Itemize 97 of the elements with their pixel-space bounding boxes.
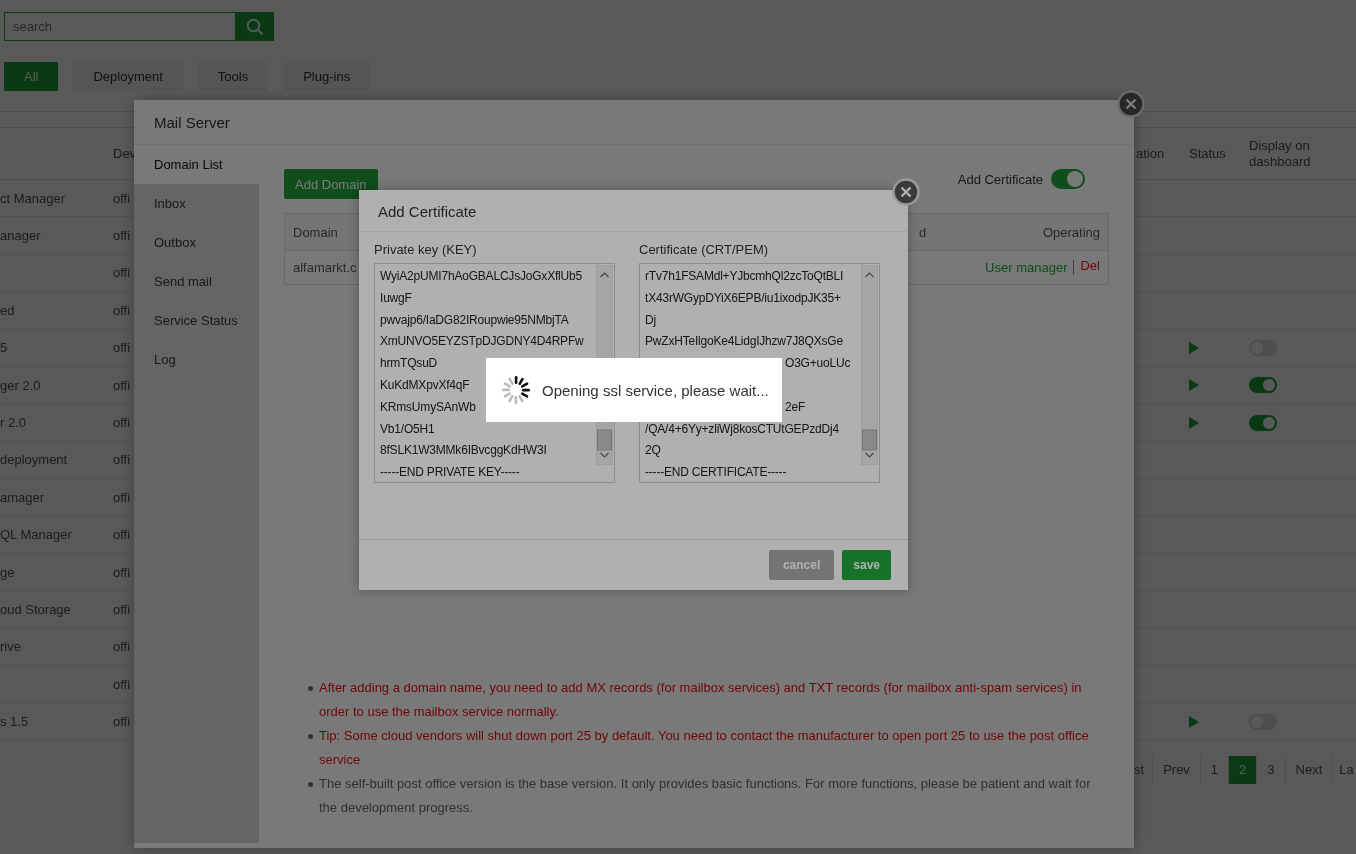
bullet-icon: [308, 686, 313, 691]
table-cell: rive: [0, 639, 21, 655]
toggle-switch[interactable]: [1051, 169, 1085, 189]
table-cell: offi: [113, 489, 131, 505]
note-text: The self-built post office version is the base version. It only provides basic functions. For more functions, please be patient and wait for the development progress.: [319, 775, 1092, 817]
menu-item[interactable]: Domain List: [134, 145, 259, 184]
table-cell: offi: [113, 377, 131, 393]
menu-item[interactable]: Inbox: [134, 184, 259, 223]
text-line: KRmsUmySAnWb: [380, 399, 476, 414]
filter-tab[interactable]: Deployment: [73, 62, 183, 91]
toggle-switch[interactable]: [1249, 414, 1277, 431]
text-line: rTv7h1FSAMdl+YJbcmhQl2zcToQtBLI: [645, 269, 844, 283]
field-label: Private key (KEY): [374, 242, 478, 257]
page-link[interactable]: Prev: [1152, 755, 1200, 784]
table-cell: deployment: [0, 452, 68, 468]
table-cell: 5: [0, 340, 8, 356]
text-line: Vb1/O5H1: [380, 421, 435, 436]
search-icon: [246, 17, 264, 36]
dialog-title: Add Certificate: [378, 203, 477, 220]
search-button[interactable]: [236, 12, 274, 41]
table-cell: oud Storage: [0, 602, 71, 617]
switch-label: Add Certificate: [957, 171, 1043, 187]
play-icon[interactable]: [1189, 715, 1199, 728]
table-cell: ge: [0, 564, 15, 580]
text-line: XmUNVO5EYZSTpDJGDNY4D4RPFw: [380, 334, 584, 349]
close-icon[interactable]: [1117, 90, 1145, 118]
table-cell: offi: [113, 302, 131, 318]
table-cell: offi: [113, 676, 131, 692]
table-cell: offi: [113, 527, 131, 543]
page-link[interactable]: 2: [1228, 755, 1257, 784]
filter-tab[interactable]: All: [4, 62, 59, 91]
column-header: Operating: [1042, 224, 1100, 240]
filter-tab[interactable]: Tools: [197, 62, 269, 91]
field-label: Certificate (CRT/PEM): [639, 242, 770, 257]
table-cell: ct Manager: [0, 190, 66, 206]
table-cell: QL Manager: [0, 527, 72, 543]
play-icon[interactable]: [1189, 341, 1199, 354]
table-cell: offi: [113, 228, 131, 244]
table-cell: offi: [113, 452, 131, 468]
column-header: Status: [1189, 146, 1227, 161]
play-icon[interactable]: [1189, 379, 1199, 392]
menu-item[interactable]: Outbox: [134, 223, 259, 262]
page-link[interactable]: 3: [1256, 755, 1285, 784]
text-line: PwZxHTeIlgoKe4LidgIJhzw7J8QXsGe: [645, 334, 843, 349]
toggle-switch[interactable]: [1249, 377, 1277, 394]
add-domain-button[interactable]: Add Domain: [284, 169, 378, 199]
text-line: O3G+uoLUc: [785, 356, 851, 371]
text-line: IuwgF: [380, 290, 412, 305]
spinner-icon: [500, 374, 532, 406]
action-link[interactable]: Del: [1073, 260, 1100, 275]
column-header: d: [919, 224, 928, 240]
column-header: Domain: [293, 224, 339, 240]
text-line: KuKdMXpvXf4qF: [380, 378, 470, 392]
table-cell: ed: [0, 302, 15, 318]
table-cell: offi: [113, 602, 131, 617]
save-button[interactable]: save: [842, 550, 891, 580]
text-line: 8fSLK1W3MMk6IBvcggKdHW3I: [380, 443, 547, 458]
text-line: 2Q: [645, 443, 661, 458]
text-line: -----END PRIVATE KEY-----: [380, 465, 520, 480]
menu-item[interactable]: Service Status: [134, 301, 259, 340]
dialog-title: Mail Server: [154, 114, 230, 131]
bullet-icon: [308, 734, 313, 739]
filter-tab[interactable]: Plug-ins: [283, 62, 371, 91]
menu-item[interactable]: Send mail: [134, 262, 259, 301]
text-line: /QA/4+6Yy+zliWj8kosCTUtGEPzdDj4: [645, 421, 839, 436]
table-cell: anager: [0, 228, 41, 244]
menu-item[interactable]: Log: [134, 340, 259, 379]
table-cell: offi: [113, 190, 131, 206]
cancel-button[interactable]: cancel: [768, 550, 835, 580]
note-text: After adding a domain name, you need to add MX records (for mailbox services) and TXT records (for mailbox anti-spam services) in order to use the mailbox service normally.: [319, 679, 1083, 721]
table-cell: offi: [113, 415, 131, 431]
action-link[interactable]: User manager: [979, 260, 1074, 275]
page-link[interactable]: Next: [1284, 755, 1333, 784]
page-link[interactable]: La: [1332, 755, 1354, 784]
table-cell: offi: [113, 564, 131, 580]
column-header: Display on dashboard: [1249, 137, 1312, 170]
column-header: ation: [1135, 146, 1166, 161]
play-icon[interactable]: [1189, 416, 1199, 429]
text-line: tX43rWGypDYiX6EPB/iu1ixodpJK35+: [645, 290, 841, 305]
text-line: Dj: [645, 312, 656, 327]
note-text: Tip: Some cloud vendors will shut down port 25 by default. You need to contact the manufacturer to open port 25 to use the post office service: [319, 727, 1090, 769]
table-cell: offi: [113, 265, 131, 281]
table-cell: amager: [0, 489, 45, 505]
text-line: -----END CERTIFICATE-----: [645, 465, 787, 480]
table-cell: s 1.5: [0, 714, 29, 730]
bullet-icon: [308, 782, 313, 787]
table-cell: offi: [113, 714, 131, 730]
table-cell: ger 2.0: [0, 377, 41, 393]
table-cell: offi: [113, 639, 131, 655]
table-cell: offi: [113, 340, 131, 356]
text-line: pwvajp6/IaDG82IRoupwie95NMbjTA: [380, 312, 569, 327]
text-line: WyiA2pUMI7hAoGBALCJsJoGxXflUb5: [380, 269, 582, 283]
scrollbar[interactable]: [861, 265, 878, 465]
text-line: hrmTQsuD: [380, 356, 438, 371]
table-cell: r 2.0: [0, 415, 26, 431]
table-cell: alfamarkt.c: [293, 260, 357, 275]
text-line: 2eF: [785, 399, 806, 414]
